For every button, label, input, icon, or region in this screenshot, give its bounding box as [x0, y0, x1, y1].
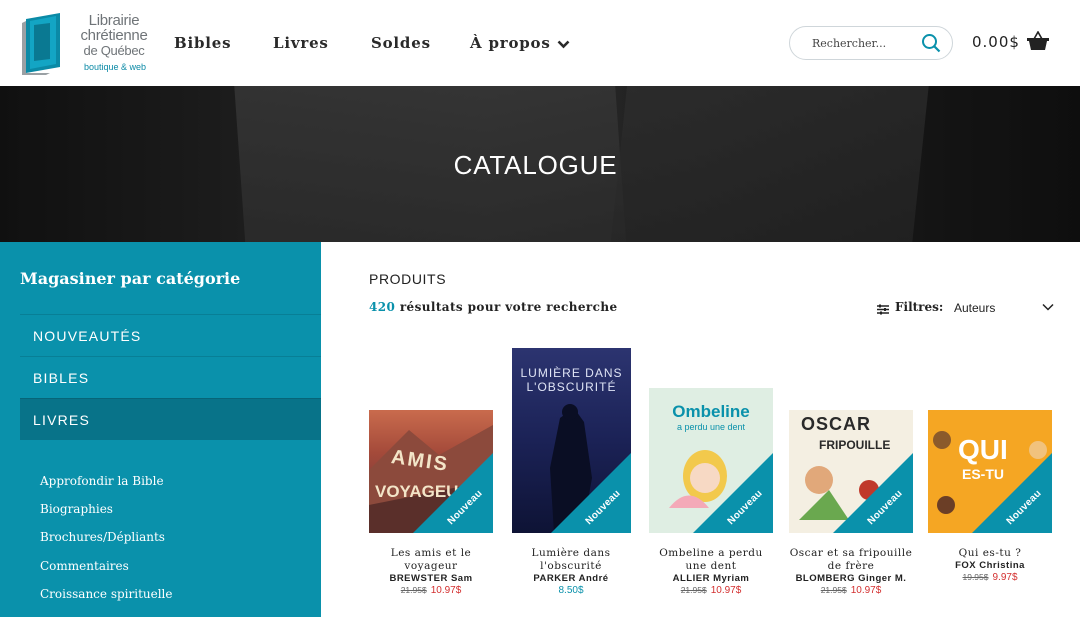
nav-apropos[interactable]: À propos — [470, 34, 570, 52]
cover-subtitle: a perdu une dent — [676, 422, 746, 432]
product-title[interactable]: Lumière dans l'obscurité — [509, 547, 633, 572]
site-header: Librairie chrétienne de Québec boutique … — [0, 0, 1080, 86]
subcategory-approfondir[interactable]: Approfondir la Bible — [40, 474, 164, 488]
sale-price: 9.97$ — [992, 572, 1018, 583]
page-title: CATALOGUE — [453, 150, 618, 180]
search-icon[interactable] — [921, 33, 941, 53]
cart-total[interactable]: 0.00$ — [972, 33, 1020, 51]
old-price: 21.95$ — [400, 585, 427, 595]
results-text: résultats pour votre recherche — [395, 300, 618, 314]
sidebar-item-livres[interactable]: LIVRES — [20, 398, 321, 440]
product-cover[interactable]: QUI ES-TU Nouveau — [928, 410, 1052, 533]
product-author: BREWSTER Sam — [389, 573, 473, 584]
nav-bibles[interactable]: Bibles — [174, 34, 231, 52]
chevron-down-icon — [557, 40, 570, 48]
site-logo[interactable]: Librairie chrétienne de Québec boutique … — [20, 11, 160, 75]
subcategory-croissance[interactable]: Croissance spirituelle — [40, 587, 173, 601]
book-logo-icon — [22, 13, 60, 75]
sale-price: 10.97$ — [710, 585, 742, 596]
logo-line-3: de Québec — [83, 43, 145, 58]
product-title[interactable]: Qui es-tu ? — [928, 547, 1052, 560]
filter-select[interactable]: Auteurs — [954, 301, 1054, 315]
product-cover[interactable]: LUMIÈRE DANS L'OBSCURITÉ Nouveau — [512, 348, 631, 533]
subcategory-biographies[interactable]: Biographies — [40, 502, 113, 516]
product-author: BLOMBERG Ginger M. — [795, 573, 907, 584]
sidebar-item-nouveautes[interactable]: NOUVEAUTÉS — [20, 314, 321, 356]
sidebar-title: Magasiner par catégorie — [20, 269, 241, 288]
subcategory-commentaires[interactable]: Commentaires — [40, 559, 129, 573]
product-title[interactable]: Ombeline a perdu une dent — [649, 547, 773, 572]
product-title[interactable]: Oscar et sa fripouille de frère — [789, 547, 913, 572]
product-author: FOX Christina — [955, 560, 1025, 571]
nav-livres[interactable]: Livres — [273, 34, 329, 52]
cover-title: LUMIÈRE DANS L'OBSCURITÉ — [520, 366, 623, 394]
sale-price: 10.97$ — [430, 585, 462, 596]
search-box — [789, 26, 953, 60]
product-price: 8.50$ — [509, 585, 633, 596]
section-heading: PRODUITS — [369, 271, 447, 287]
sidebar-item-bibles[interactable]: BIBLES — [20, 356, 321, 398]
product-price: 19.95$ 9.97$ — [928, 572, 1052, 583]
product-price: 21.95$ 10.97$ — [789, 585, 913, 596]
logo-line-1: Librairie — [88, 12, 140, 29]
search-input[interactable] — [812, 35, 922, 52]
product-price: 21.95$ 10.97$ — [369, 585, 493, 596]
sale-price: 10.97$ — [850, 585, 882, 596]
cover-subtitle: FRIPOUILLE — [819, 438, 891, 452]
results-summary: 420 résultats pour votre recherche — [369, 300, 618, 314]
old-price: 21.95$ — [680, 585, 707, 595]
nav-soldes[interactable]: Soldes — [371, 34, 431, 52]
logo-wordmark: Librairie chrétienne de Québec — [66, 13, 162, 58]
nav-apropos-label: À propos — [470, 34, 551, 52]
product-cover[interactable]: AMIS VOYAGEU Nouveau — [369, 410, 493, 533]
sliders-icon — [877, 304, 889, 315]
product-author: PARKER André — [533, 573, 609, 584]
hero-banner: CATALOGUE — [0, 86, 1080, 242]
chevron-down-icon — [1042, 303, 1054, 311]
product-cover[interactable]: OSCAR FRIPOUILLE Nouveau — [789, 410, 913, 533]
cover-title: OSCAR — [801, 414, 872, 434]
product-cover[interactable]: Ombeline a perdu une dent Nouveau — [649, 388, 773, 533]
filter-select-value: Auteurs — [954, 301, 996, 315]
old-price: 21.95$ — [820, 585, 847, 595]
cover-title: Ombeline — [672, 402, 750, 421]
product-author: ALLIER Myriam — [672, 573, 750, 584]
results-count: 420 — [369, 300, 396, 314]
subcategory-brochures[interactable]: Brochures/Dépliants — [40, 530, 165, 544]
basket-icon[interactable] — [1027, 31, 1049, 51]
logo-tagline: boutique & web — [83, 62, 147, 72]
filter-label: Filtres: — [895, 300, 944, 314]
product-title[interactable]: Les amis et le voyageur — [369, 547, 493, 572]
logo-line-2: chrétienne — [80, 27, 148, 44]
old-price: 19.95$ — [962, 572, 989, 582]
regular-price: 8.50$ — [558, 585, 584, 596]
product-price: 21.95$ 10.97$ — [649, 585, 773, 596]
